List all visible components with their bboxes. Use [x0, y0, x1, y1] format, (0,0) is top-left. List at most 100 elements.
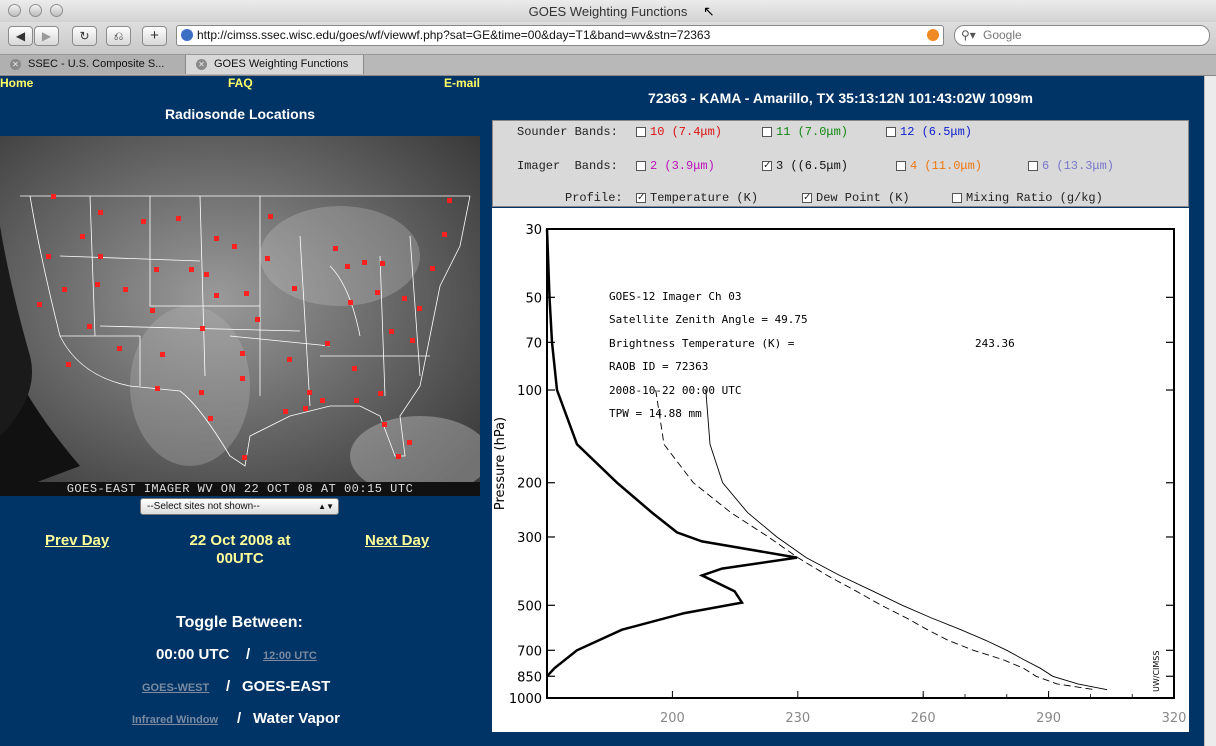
sounder-10-checkbox[interactable] — [636, 127, 646, 137]
station-header: 72363 - KAMA - Amarillo, TX 35:13:12N 10… — [648, 90, 1033, 106]
sat-active: GOES-EAST — [242, 678, 331, 695]
slash: / — [226, 678, 231, 695]
band-selector-panel: Sounder Bands: 10 (7.4μm) 11 (7.0μm) 12 … — [492, 120, 1189, 207]
map-image — [0, 136, 480, 496]
x-tick-label: 200 — [660, 711, 685, 726]
goes-west-link[interactable]: GOES-WEST — [142, 682, 209, 694]
imager-bands-label: Imager Bands: — [517, 159, 618, 173]
weighting-chart: 30 50 70 100 200 300 500 700 850 1000 200 230 260 290… — [493, 223, 1187, 726]
imager-2-checkbox[interactable] — [636, 161, 646, 171]
sites-select[interactable]: --Select sites not shown-- ▲▼ — [140, 498, 339, 515]
sounder-10-label: 10 (7.4μm) — [650, 125, 723, 139]
globe-icon — [181, 29, 193, 41]
weighting-function-plot: 30 50 70 100 200 300 500 700 850 1000 200 230 260 290… — [492, 208, 1189, 732]
map-caption: GOES-EAST IMAGER WV ON 22 OCT 08 AT 00:1… — [0, 482, 480, 496]
temperature-label: Temperature (K) — [650, 191, 759, 205]
back-arrow-icon: ◀ — [15, 29, 26, 43]
slash: / — [237, 710, 242, 727]
y-tick-label: 850 — [517, 670, 542, 685]
y-tick-label: 1000 — [509, 692, 542, 707]
time-12utc-link[interactable]: 12:00 UTC — [263, 650, 317, 662]
forward-arrow-icon: ▶ — [41, 29, 52, 43]
y-axis-label: Pressure (hPa) — [493, 417, 508, 510]
sounder-11-checkbox[interactable] — [762, 127, 772, 137]
x-tick-label: 320 — [1162, 711, 1187, 726]
back-button[interactable]: ◀ — [8, 26, 33, 46]
chan-active: Water Vapor — [253, 710, 340, 727]
y-tick-label: 30 — [525, 223, 542, 238]
tab-bar: ✕ SSEC - U.S. Composite S... ✕ GOES Weig… — [0, 55, 1216, 76]
mixing-ratio-label: Mixing Ratio (g/kg) — [966, 191, 1103, 205]
snapback-button[interactable]: ⎌ — [106, 26, 131, 46]
mouse-cursor-icon: ↖ — [703, 3, 715, 19]
add-bookmark-button[interactable]: + — [142, 26, 167, 46]
sounder-11-label: 11 (7.0μm) — [776, 125, 849, 139]
radiosonde-title: Radiosonde Locations — [164, 106, 316, 122]
imager-6-label: 6 (13.3μm) — [1042, 159, 1115, 173]
imager-2-label: 2 (3.9μm) — [650, 159, 715, 173]
close-tab-icon[interactable]: ✕ — [10, 59, 21, 70]
tab-label: SSEC - U.S. Composite S... — [28, 58, 165, 70]
imager-6-checkbox[interactable] — [1028, 161, 1038, 171]
mixing-ratio-checkbox[interactable] — [952, 193, 962, 203]
x-tick-label: 290 — [1036, 711, 1061, 726]
sounder-bands-label: Sounder Bands: — [517, 125, 618, 139]
forward-button[interactable]: ▶ — [34, 26, 59, 46]
tab-goes-weighting[interactable]: ✕ GOES Weighting Functions — [186, 55, 364, 74]
date-line2: 00UTC — [216, 550, 264, 567]
y-tick-label: 70 — [525, 336, 542, 351]
profile-label: Profile: — [565, 191, 623, 205]
next-day-link[interactable]: Next Day — [365, 532, 429, 549]
temperature-checkbox[interactable]: ✓ — [636, 193, 646, 204]
annotation-tpw: TPW = 14.88 mm — [609, 407, 702, 420]
annotation-zenith: Satellite Zenith Angle = 49.75 — [609, 313, 808, 326]
sounder-12-label: 12 (6.5μm) — [900, 125, 973, 139]
x-tick-label: 260 — [911, 711, 936, 726]
annotation-raob: RAOB ID = 72363 — [609, 360, 708, 373]
reload-icon: ↻ — [79, 29, 90, 43]
dewpoint-checkbox[interactable]: ✓ — [802, 193, 812, 204]
search-icon: ⚲▾ — [961, 28, 976, 42]
page-content: Home FAQ E-mail Radiosonde Locations GOE… — [0, 76, 1204, 746]
rss-icon[interactable] — [927, 29, 939, 41]
date-line1: 22 Oct 2008 at — [189, 532, 291, 549]
window-title: GOES Weighting Functions — [528, 4, 688, 19]
imager-4-label: 4 (11.0μm) — [910, 159, 983, 173]
imager-3-label: 3 ((6.5μm) — [776, 159, 849, 173]
window-titlebar: GOES Weighting Functions ↖ — [0, 0, 1216, 23]
imager-3-checkbox[interactable]: ✓ — [762, 161, 772, 172]
infrared-window-link[interactable]: Infrared Window — [132, 714, 218, 726]
reload-button[interactable]: ↻ — [72, 26, 97, 46]
vertical-scrollbar[interactable] — [1204, 76, 1216, 746]
home-link[interactable]: Home — [0, 76, 33, 90]
temperature-line — [705, 389, 1108, 691]
sounder-12-checkbox[interactable] — [886, 127, 896, 137]
y-tick-label: 200 — [517, 477, 542, 492]
annotation-bt-value: 243.36 — [975, 337, 1015, 350]
search-field[interactable]: ⚲▾ Google — [954, 25, 1210, 46]
y-tick-label: 100 — [517, 384, 542, 399]
annotation-instrument: GOES-12 Imager Ch 03 — [609, 290, 741, 303]
toggle-heading: Toggle Between: — [176, 614, 303, 631]
close-tab-icon[interactable]: ✕ — [196, 59, 207, 70]
uwcimss-label: UW/CIMSS — [1152, 651, 1161, 692]
time-active: 00:00 UTC — [156, 646, 230, 663]
faq-link[interactable]: FAQ — [228, 76, 253, 90]
prev-day-link[interactable]: Prev Day — [45, 532, 109, 549]
x-tick-label: 230 — [785, 711, 810, 726]
browser-toolbar: ◀ ▶ ↻ ⎌ + http://cimss.ssec.wisc.edu/goe… — [0, 22, 1216, 55]
search-placeholder: Google — [983, 28, 1022, 42]
annotation-date: 2008-10-22 00:00 UTC — [609, 384, 741, 397]
dewpoint-label: Dew Point (K) — [816, 191, 910, 205]
current-date: 22 Oct 2008 at 00UTC — [170, 532, 310, 568]
y-tick-label: 300 — [517, 531, 542, 546]
email-link[interactable]: E-mail — [444, 76, 480, 90]
select-arrows-icon: ▲▼ — [318, 502, 334, 511]
imager-4-checkbox[interactable] — [896, 161, 906, 171]
tab-ssec[interactable]: ✕ SSEC - U.S. Composite S... — [0, 55, 186, 74]
address-text: http://cimss.ssec.wisc.edu/goes/wf/vieww… — [197, 28, 711, 42]
satellite-map[interactable]: GOES-EAST IMAGER WV ON 22 OCT 08 AT 00:1… — [0, 136, 480, 496]
address-bar[interactable]: http://cimss.ssec.wisc.edu/goes/wf/vieww… — [176, 25, 944, 46]
slash: / — [246, 646, 251, 663]
dewpoint-line — [655, 389, 1095, 691]
